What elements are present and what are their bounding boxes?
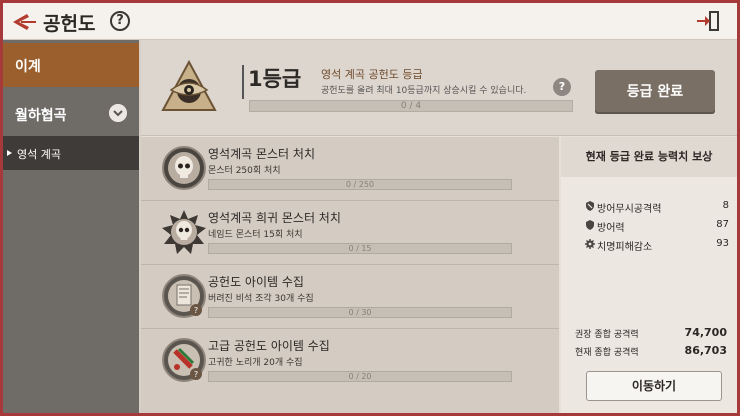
grade-panel: 1등급 영석 계곡 공헌도 등급 공헌도를 올려 최대 10등급까지 상승시킬 … [141,40,737,136]
mission-progress-bar: 0 / 20 [208,371,512,382]
reward-heading: 현재 등급 완료 능력치 보상 [561,137,737,177]
recommended-power-value: 74,700 [684,326,727,339]
sidebar-item-label: 월하협곡 [15,108,67,124]
help-icon[interactable]: ? [110,11,130,31]
stat-label: 방어무시공격력 [597,204,662,215]
sidebar-item-label: 영석 계곡 [17,148,61,161]
grade-progress-bar: 0 / 4 [249,100,573,112]
shield-pierce-icon [586,201,594,211]
grade-description: 공헌도를 올려 최대 10등급까지 상승시킬 수 있습니다. [321,86,527,96]
stat-label: 치명피해감소 [597,242,653,253]
grade-name: 영석 계곡 공헌도 등급 [321,68,423,81]
mission-progress-bar: 0 / 30 [208,307,512,318]
mission-progress-text: 0 / 15 [348,244,372,253]
grade-help-icon[interactable]: ? [553,78,571,96]
exit-icon[interactable] [697,10,721,32]
grade-title: 1등급 [248,67,302,91]
mission-progress-text: 0 / 30 [348,308,372,317]
mission-item: 영석계곡 몬스터 처치 몬스터 250회 처치 0 / 250 [141,137,559,201]
stat-label: 방어력 [597,223,625,234]
sidebar-item-yeongseok[interactable]: 영석 계곡 [3,136,139,170]
sidebar-item-wolha[interactable]: 월하협곡 [3,93,139,133]
stone-fragment-icon: ? [162,274,206,318]
divider [242,65,244,99]
mission-progress-bar: 0 / 250 [208,179,512,190]
sidebar: 이계 월하협곡 영석 계곡 [3,40,139,413]
reward-panel: 현재 등급 완료 능력치 보상 방어무시공격력 8 방어력 87 치명피해감소 … [561,137,737,413]
skull-spiked-icon [162,210,206,254]
mission-item: 영석계곡 희귀 몬스터 처치 네임드 몬스터 15회 처치 0 / 15 [141,201,559,265]
mission-progress-text: 0 / 20 [348,372,372,381]
grade-progress-text: 0 / 4 [400,101,422,111]
svg-text:?: ? [194,306,198,315]
stat-value: 8 [722,200,729,211]
mission-item: ? 고급 공헌도 아이템 수집 고귀한 노리개 20개 수집 0 / 20 [141,329,559,413]
shield-icon [586,220,594,230]
window-frame: 공헌도 ? 이계 월하협곡 영석 계곡 1등급 영석 계곡 공헌도 등급 공헌도… [0,0,740,416]
stat-value: 93 [716,238,729,249]
recommended-power-row: 권장 종합 공격력 74,700 [575,326,727,340]
grade-complete-button[interactable]: 등급 완료 [595,70,715,114]
svg-text:?: ? [194,370,198,379]
page-title: 공헌도 [43,13,96,35]
current-power-row: 현재 종합 공격력 86,703 [575,344,727,358]
header-bar: 공헌도 ? [3,3,737,40]
mission-item: ? 공헌도 아이템 수집 버려진 비석 조각 30개 수집 0 / 30 [141,265,559,329]
mission-progress-text: 0 / 250 [345,180,375,189]
stat-value: 87 [716,219,729,230]
mission-subtitle: 버려진 비석 조각 30개 수집 [208,294,314,304]
sidebar-item-igye[interactable]: 이계 [3,43,139,87]
grade-emblem-icon [161,60,217,111]
sidebar-item-label: 이계 [15,59,41,75]
mission-subtitle: 네임드 몬스터 15회 처치 [208,230,303,240]
mission-title: 공헌도 아이템 수집 [208,275,304,289]
chevron-down-icon [109,104,127,122]
move-button[interactable]: 이동하기 [586,371,722,401]
skull-icon [162,146,206,190]
mission-subtitle: 고귀한 노리개 20개 수집 [208,358,303,368]
mission-subtitle: 몬스터 250회 처치 [208,166,281,176]
current-power-label: 현재 종합 공격력 [575,348,639,358]
mission-list: 영석계곡 몬스터 처치 몬스터 250회 처치 0 / 250 영석계곡 희귀 … [141,137,559,413]
selected-marker-icon [7,150,12,156]
norigae-icon: ? [162,338,206,382]
recommended-power-label: 권장 종합 공격력 [575,330,639,340]
back-arrow-icon[interactable] [9,11,37,33]
mission-title: 영석계곡 희귀 몬스터 처치 [208,211,341,225]
gear-icon [585,239,595,249]
mission-title: 영석계곡 몬스터 처치 [208,147,315,161]
current-power-value: 86,703 [684,344,727,357]
main-panel: 1등급 영석 계곡 공헌도 등급 공헌도를 올려 최대 10등급까지 상승시킬 … [141,40,737,413]
mission-progress-bar: 0 / 15 [208,243,512,254]
mission-title: 고급 공헌도 아이템 수집 [208,339,330,353]
